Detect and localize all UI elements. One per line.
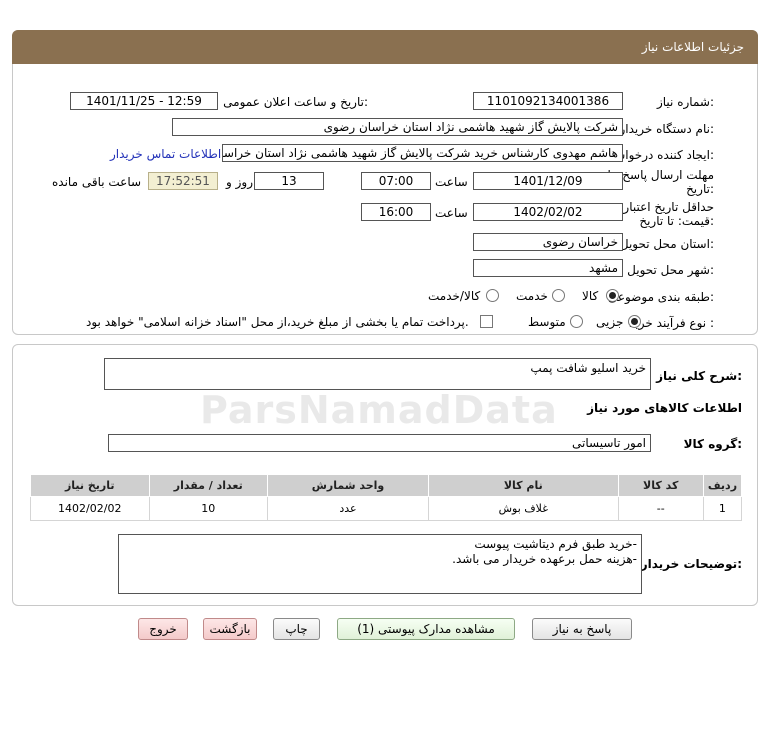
- col-unit: واحد شمارش: [266, 474, 430, 497]
- buyer-org-field: شرکت پالایش گاز شهید هاشمی نژاد استان خر…: [172, 118, 623, 136]
- deadline-date-field: 1401/12/09: [473, 172, 623, 190]
- goods-group-label: گروه کالا:: [683, 437, 742, 451]
- category-radio-goods[interactable]: [606, 289, 619, 302]
- page-title: جزئیات اطلاعات نیاز: [641, 40, 744, 54]
- col-item-name: نام کالا: [428, 474, 619, 497]
- category-option-goods-service: کالا/خدمت: [428, 289, 481, 303]
- reply-button[interactable]: پاسخ به نیاز: [532, 618, 632, 640]
- category-label: طبقه بندی موضوعی:: [607, 290, 714, 304]
- notes-line-1: -خرید طبق فرم دیتاشیت پیوست: [474, 537, 637, 551]
- city-field: مشهد: [473, 259, 623, 277]
- category-option-goods: کالا: [582, 289, 599, 303]
- print-button[interactable]: چاپ: [273, 618, 320, 640]
- category-radio-goods-service[interactable]: [486, 289, 499, 302]
- cell-item-code: --: [617, 496, 704, 521]
- need-number-field: 1101092134001386: [473, 92, 623, 110]
- need-number-label: شماره نیاز:: [656, 95, 714, 109]
- buyer-org-label: نام دستگاه خریدار:: [619, 122, 715, 136]
- buyer-contact-link[interactable]: اطلاعات تماس خریدار: [110, 147, 221, 161]
- summary-label: شرح کلی نیاز:: [656, 369, 742, 383]
- province-label: استان محل تحویل:: [619, 237, 714, 251]
- cell-row-number: 1: [702, 496, 743, 521]
- notes-line-2: -هزینه حمل برعهده خریدار می باشد.: [452, 552, 637, 566]
- table-row: 1 -- غلاف بوش عدد 10 1402/02/02: [30, 496, 743, 521]
- table-header-row: ردیف کد کالا نام کالا واحد شمارش تعداد /…: [30, 474, 743, 497]
- notes-label: توضیحات خریدار:: [640, 557, 742, 571]
- city-label: شهر محل تحویل:: [627, 263, 714, 277]
- deadline-time-field: 07:00: [361, 172, 431, 190]
- view-attachments-button[interactable]: مشاهده مدارک پیوستی (1): [337, 618, 515, 640]
- process-radio-minor[interactable]: [628, 315, 641, 328]
- process-option-medium: متوسط: [528, 315, 566, 329]
- col-row-number: ردیف: [702, 474, 743, 497]
- col-quantity: تعداد / مقدار: [148, 474, 268, 497]
- category-radio-service[interactable]: [552, 289, 565, 302]
- summary-field: خرید اسلیو شافت پمپ: [104, 358, 651, 390]
- days-label: روز و: [226, 175, 253, 189]
- notes-field: -خرید طبق فرم دیتاشیت پیوست -هزینه حمل ب…: [118, 534, 642, 594]
- validity-label-date: قیمت: تا تاریخ:: [639, 214, 714, 228]
- goods-info-title: اطلاعات کالاهای مورد نیاز: [587, 401, 742, 415]
- deadline-label: مهلت ارسال پاسخ: تا: [607, 168, 714, 182]
- validity-time-field: 16:00: [361, 203, 431, 221]
- treasury-checkbox[interactable]: [480, 315, 493, 328]
- col-item-code: کد کالا: [617, 474, 704, 497]
- exit-button[interactable]: خروج: [138, 618, 188, 640]
- cell-unit: عدد: [266, 496, 430, 521]
- process-label: نوع فرآیند خرید :: [629, 316, 714, 330]
- announce-field: 1401/11/25 - 12:59: [70, 92, 218, 110]
- province-field: خراسان رضوی: [473, 233, 623, 251]
- creator-field: هاشم مهدوی کارشناس خرید شرکت پالایش گاز …: [222, 144, 623, 162]
- validity-time-label: ساعت: [435, 206, 468, 220]
- deadline-label-date: تاریخ:: [686, 182, 714, 196]
- remaining-label: ساعت باقی مانده: [52, 175, 142, 189]
- goods-group-field: امور تاسیساتی: [108, 434, 651, 452]
- days-field: 13: [254, 172, 324, 190]
- cell-item-name: غلاف بوش: [428, 496, 619, 521]
- goods-table: ردیف کد کالا نام کالا واحد شمارش تعداد /…: [30, 474, 743, 521]
- remaining-timer: 17:52:51: [148, 172, 218, 190]
- validity-date-field: 1402/02/02: [473, 203, 623, 221]
- cell-need-date: 1402/02/02: [30, 496, 150, 521]
- deadline-time-label: ساعت: [435, 175, 468, 189]
- process-radio-medium[interactable]: [570, 315, 583, 328]
- validity-label: حداقل تاریخ اعتبار: [623, 200, 714, 214]
- process-option-minor: جزیی: [596, 315, 624, 329]
- announce-label: تاریخ و ساعت اعلان عمومی:: [223, 95, 368, 109]
- watermark-text: ParsNamadData: [200, 388, 558, 432]
- back-button[interactable]: بازگشت: [203, 618, 257, 640]
- cell-quantity: 10: [148, 496, 268, 521]
- page-header: جزئیات اطلاعات نیاز: [12, 30, 758, 64]
- category-option-service: خدمت: [516, 289, 548, 303]
- col-need-date: تاریخ نیاز: [30, 474, 150, 497]
- treasury-note: پرداخت تمام یا بخشی از مبلغ خرید،از محل …: [86, 315, 469, 329]
